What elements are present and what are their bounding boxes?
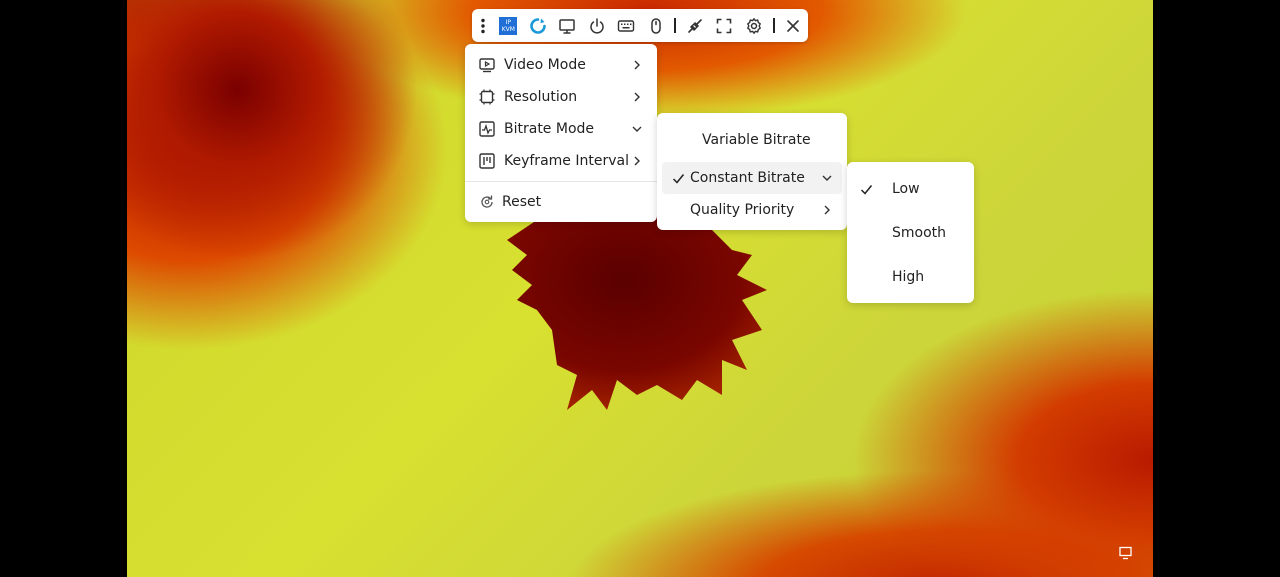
checkmark-icon: [672, 173, 685, 184]
remote-desktop-artwork: [507, 210, 767, 410]
remote-display-icon[interactable]: [1119, 546, 1133, 560]
menu-item-resolution[interactable]: Resolution: [465, 81, 657, 113]
menu-item-bitrate-mode[interactable]: Bitrate Mode: [465, 113, 657, 145]
cable-icon[interactable]: [680, 9, 709, 42]
toolbar-separator: [674, 18, 677, 33]
menu-item-label: Quality Priority: [690, 202, 795, 218]
menu-item-label: Video Mode: [504, 57, 586, 73]
bitrate-mode-submenu: Variable Bitrate Constant Bitrate Qualit…: [657, 113, 847, 230]
kvm-toolbar: IP KVM: [472, 9, 808, 42]
toolbar-separator: [772, 18, 775, 33]
menu-item-high[interactable]: High: [847, 261, 974, 293]
bitrate-icon: [479, 121, 495, 137]
close-icon[interactable]: [779, 9, 808, 42]
menu-item-label: High: [892, 269, 925, 285]
keyframe-icon: [479, 153, 495, 169]
settings-icon[interactable]: [739, 9, 768, 42]
menu-item-label: Bitrate Mode: [504, 121, 595, 137]
menu-item-reset[interactable]: Reset: [465, 186, 657, 218]
menu-item-label: Smooth: [892, 225, 947, 241]
chevron-right-icon: [634, 60, 640, 70]
ip-kvm-logo[interactable]: IP KVM: [494, 9, 523, 42]
resolution-icon: [479, 89, 495, 105]
reset-icon: [481, 195, 493, 208]
menu-item-variable-bitrate[interactable]: Variable Bitrate: [662, 124, 842, 156]
kvm-badge-bottom: KVM: [501, 25, 515, 33]
kvm-badge-top: IP: [505, 18, 511, 26]
menu-item-label: Constant Bitrate: [690, 170, 805, 186]
menu-item-quality-priority[interactable]: Quality Priority: [662, 194, 842, 226]
mouse-icon[interactable]: [641, 9, 670, 42]
chevron-down-icon: [632, 126, 642, 132]
chevron-down-icon: [822, 175, 832, 181]
refresh-icon[interactable]: [523, 9, 552, 42]
chevron-right-icon: [634, 156, 640, 166]
video-icon: [479, 58, 495, 73]
chevron-right-icon: [824, 205, 830, 215]
stream-settings-menu: Video Mode Resolution Bitrate Mode Keyfr…: [465, 44, 657, 222]
menu-item-low[interactable]: Low: [847, 173, 974, 205]
fullscreen-icon[interactable]: [710, 9, 739, 42]
chevron-right-icon: [634, 92, 640, 102]
menu-item-label: Reset: [502, 194, 542, 210]
checkmark-icon: [860, 184, 873, 195]
menu-divider: [465, 181, 657, 182]
menu-item-constant-bitrate[interactable]: Constant Bitrate: [662, 162, 842, 194]
menu-item-label: Resolution: [504, 89, 578, 105]
menu-item-label: Keyframe Interval: [504, 153, 629, 169]
menu-item-keyframe-interval[interactable]: Keyframe Interval: [465, 145, 657, 177]
menu-item-video-mode[interactable]: Video Mode: [465, 49, 657, 81]
power-icon[interactable]: [582, 9, 611, 42]
more-vertical-icon[interactable]: [472, 9, 494, 42]
menu-item-smooth[interactable]: Smooth: [847, 217, 974, 249]
keyboard-icon[interactable]: [611, 9, 640, 42]
monitor-icon[interactable]: [553, 9, 582, 42]
menu-item-label: Low: [892, 181, 920, 197]
constant-bitrate-submenu: Low Smooth High: [847, 162, 974, 303]
menu-item-label: Variable Bitrate: [702, 132, 811, 148]
